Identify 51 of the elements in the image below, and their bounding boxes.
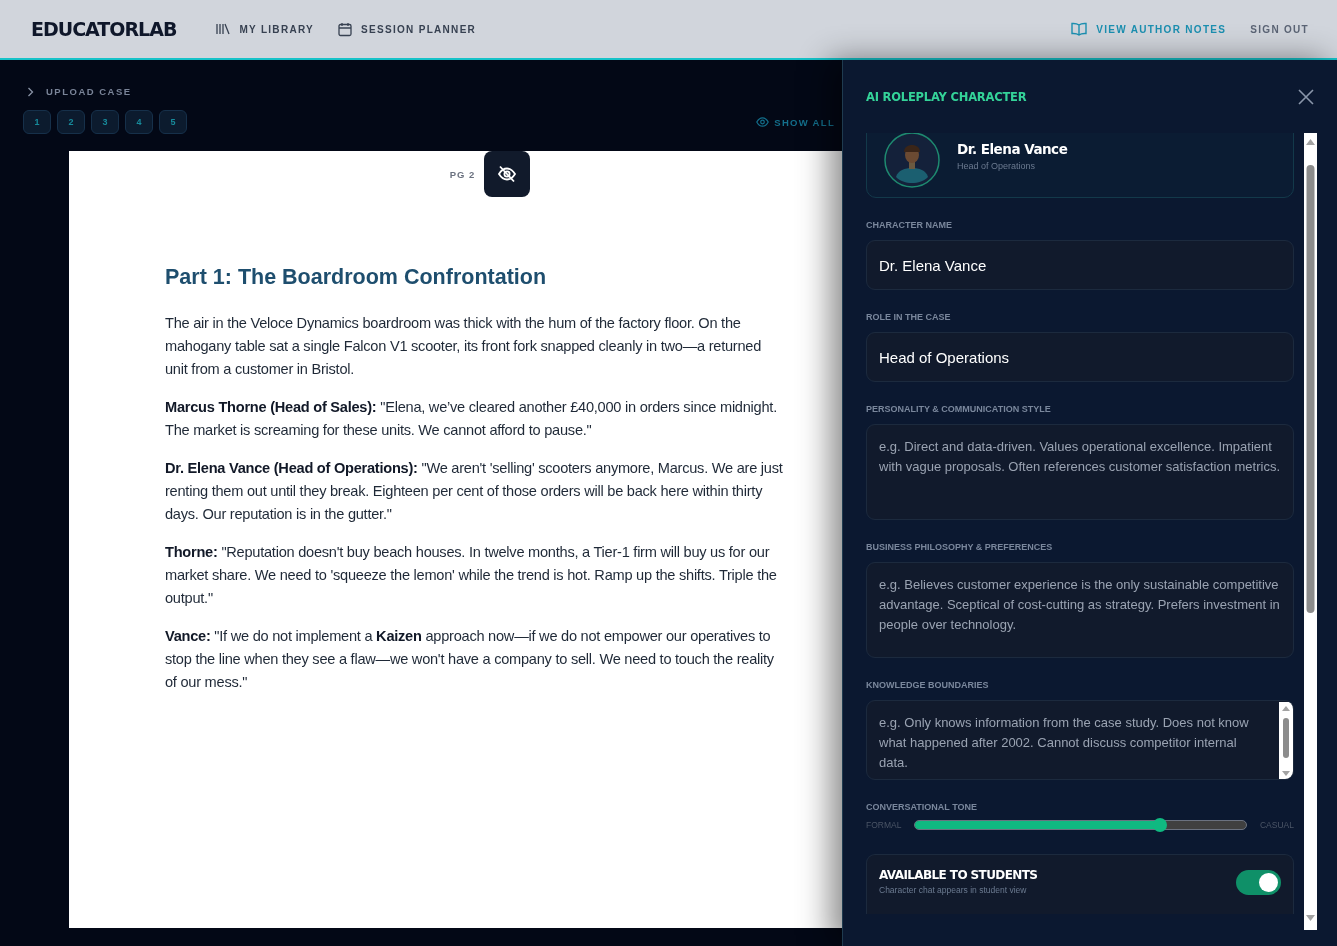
sign-out-link[interactable]: SIGN OUT [1250, 23, 1309, 35]
nav-link[interactable]: SESSION PLANNER [338, 21, 477, 37]
text-area[interactable]: e.g. Believes customer experience is the only sustainable competitive advantage. Sceptical of cost-cutting as strategy. Prefers investment in people over technology. [866, 562, 1294, 658]
scrollbar[interactable] [1279, 702, 1293, 779]
field-label: CONVERSATIONAL TONE [866, 802, 978, 812]
page-button[interactable]: 2 [57, 110, 85, 134]
availability-description: Character chat appears in student view [879, 885, 1028, 895]
text-area[interactable]: e.g. Only knows information from the case study. Does not know what happened after 2002. Cannot discuss competitor internal data. [866, 700, 1294, 780]
toggle-switch[interactable] [1236, 870, 1281, 895]
section-heading: Part 1: The Boardroom Confrontation [165, 265, 548, 290]
eye-off-icon [497, 165, 518, 183]
character-name: Dr. Elena Vance [957, 140, 1068, 157]
page-button[interactable]: 4 [125, 110, 153, 134]
show-all-link[interactable]: SHOW ALL [756, 116, 835, 128]
library-icon [216, 23, 231, 35]
text-area[interactable]: e.g. Direct and data-driven. Values operational excellence. Impatient with vague proposals. Often references customer satisfaction metrics. [866, 424, 1294, 520]
book-icon [1071, 22, 1088, 36]
paragraph: Vance: "If we do not implement a Kaizen approach now—if we do not empower our operatives to stop the line when they see a flaw—we won't have a company to sell. We need to touch the reality of our mess." [165, 627, 775, 692]
hide-button[interactable] [484, 151, 531, 197]
field-label: ROLE IN THE CASE [866, 312, 952, 322]
paragraph: Marcus Thorne (Head of Sales): "Elena, we’ve cleared another £40,000 in orders since midnight. The market is screaming for these units. We cannot afford to pause." [165, 398, 778, 440]
nav-link[interactable]: MY LIBRARY [216, 23, 315, 35]
text-field[interactable]: Head of Operations [866, 332, 1294, 382]
field-label: KNOWLEDGE BOUNDARIES [866, 680, 990, 690]
tone-slider[interactable] [914, 820, 1247, 830]
text-field[interactable]: Dr. Elena Vance [866, 240, 1294, 290]
chevron-right-icon [27, 86, 34, 97]
character-role: Head of Operations [957, 160, 1037, 171]
panel-title: AI ROLEPLAY CHARACTER [866, 89, 1028, 104]
close-icon [1298, 88, 1314, 105]
slider-max-label: CASUAL [1260, 820, 1294, 830]
logo: EDUCATORLAB [31, 18, 177, 40]
slider-thumb[interactable] [1153, 818, 1168, 832]
page-button[interactable]: 3 [91, 110, 119, 134]
scrollbar[interactable] [1304, 133, 1317, 930]
close-button[interactable] [1298, 88, 1314, 105]
paragraph: The air in the Veloce Dynamics boardroom was thick with the hum of the factory floor. On the mahogany table sat a single Falcon V1 scooter, its front fork snapped cleanly in two—a returned unit from a customer in Bristol. [165, 314, 763, 379]
upload-case-toggle[interactable]: UPLOAD CASE [23, 86, 132, 97]
page-button[interactable]: 5 [159, 110, 187, 134]
page-button[interactable]: 1 [23, 110, 51, 134]
slider-min-label: FORMAL [866, 820, 902, 830]
paragraph: Thorne: "Reputation doesn't buy beach houses. In twelve months, a Tier-1 firm will buy us for our market share. We need to 'squeeze the lemon' while the trend is hot. Ramp up the shifts. Triple the output." [165, 543, 778, 608]
calendar-icon [338, 21, 353, 37]
paragraph: Dr. Elena Vance (Head of Operations): "We aren't 'selling' scooters anymore, Marcus. We are just renting them out until they break. Eighteen per cent of those orders will be back here within thirty days. Our reputation is in the gutter." [165, 459, 784, 524]
availability-title: AVAILABLE TO STUDENTS [879, 868, 1039, 882]
field-label: BUSINESS PHILOSOPHY & PREFERENCES [866, 542, 1054, 552]
field-label: PERSONALITY & COMMUNICATION STYLE [866, 404, 1052, 414]
field-label: CHARACTER NAME [866, 220, 953, 230]
author-notes-link[interactable]: VIEW AUTHOR NOTES [1071, 22, 1227, 36]
eye-icon [756, 117, 770, 127]
page-label: PG 2 [449, 168, 476, 180]
